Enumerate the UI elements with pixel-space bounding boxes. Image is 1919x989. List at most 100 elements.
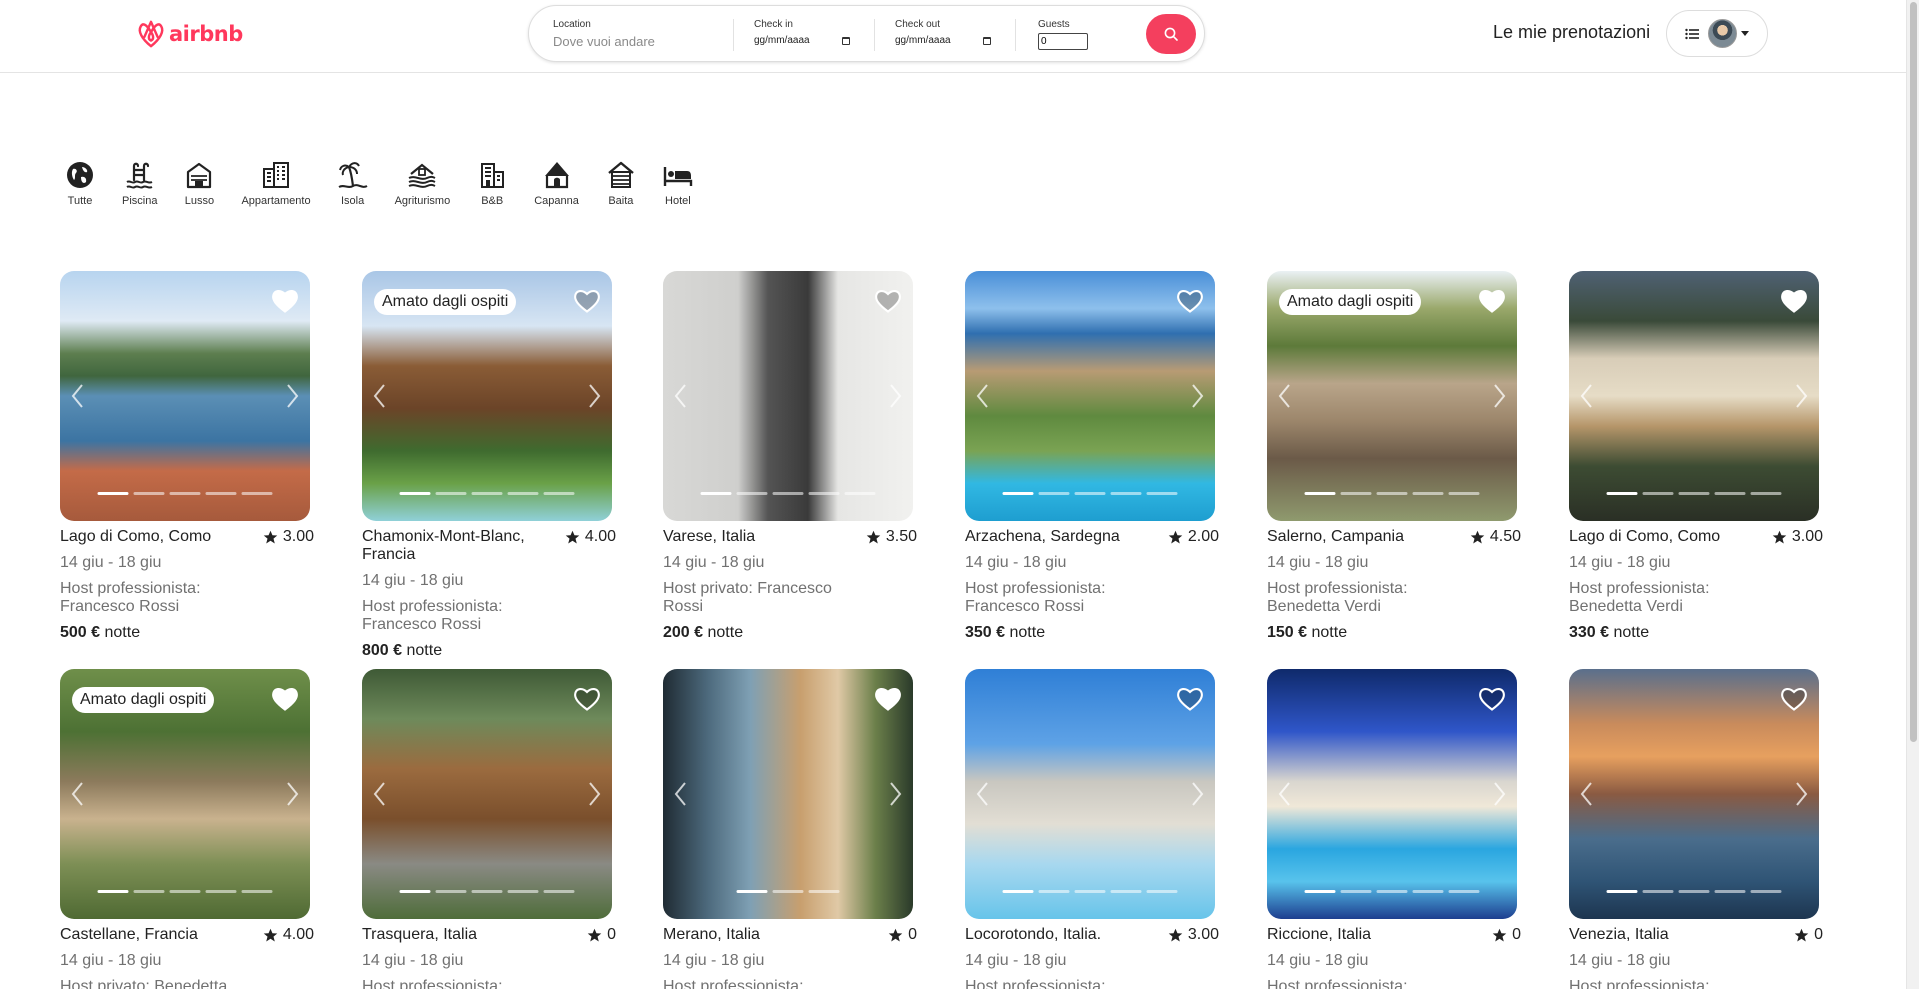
listing-photo[interactable]	[663, 669, 913, 919]
carousel-dot[interactable]	[1714, 890, 1746, 893]
category-capanna[interactable]: Capanna	[534, 160, 579, 207]
carousel-dot[interactable]	[1376, 890, 1408, 893]
chevron-left-icon[interactable]	[68, 383, 88, 409]
chevron-left-icon[interactable]	[1577, 383, 1597, 409]
heart-icon[interactable]	[271, 686, 299, 712]
heart-icon[interactable]	[1780, 686, 1808, 712]
carousel-dot[interactable]	[543, 492, 575, 495]
carousel-dot[interactable]	[97, 890, 129, 893]
listing-card[interactable]: Amato dagli ospiti Salerno, Campania 4.5…	[1267, 271, 1521, 642]
carousel-dot[interactable]	[1002, 890, 1034, 893]
carousel-dot[interactable]	[205, 492, 237, 495]
listing-card[interactable]: Trasquera, Italia 0 14 giu - 18 giu Host…	[362, 669, 616, 989]
heart-icon[interactable]	[1176, 288, 1204, 314]
heart-icon[interactable]	[874, 686, 902, 712]
calendar-icon[interactable]	[842, 36, 850, 45]
listing-photo[interactable]	[362, 669, 612, 919]
carousel-dot[interactable]	[507, 890, 539, 893]
carousel-dot[interactable]	[133, 492, 165, 495]
carousel-dot[interactable]	[1376, 492, 1408, 495]
carousel-dot[interactable]	[700, 492, 732, 495]
chevron-right-icon[interactable]	[885, 781, 905, 807]
listing-photo[interactable]	[1569, 669, 1819, 919]
checkout-date-input[interactable]: gg/mm/aaaa	[895, 35, 991, 46]
category-hotel[interactable]: Hotel	[663, 160, 693, 207]
calendar-icon[interactable]	[983, 36, 991, 45]
listing-card[interactable]: Amato dagli ospiti Chamonix-Mont-Blanc, …	[362, 271, 616, 660]
page-scrollbar[interactable]	[1906, 0, 1919, 989]
carousel-dot[interactable]	[435, 492, 467, 495]
category-isola[interactable]: Isola	[338, 160, 368, 207]
listing-photo[interactable]	[1569, 271, 1819, 521]
carousel-dot[interactable]	[1448, 890, 1480, 893]
carousel-dot[interactable]	[772, 492, 804, 495]
carousel-dot[interactable]	[471, 890, 503, 893]
chevron-left-icon[interactable]	[671, 781, 691, 807]
heart-icon[interactable]	[874, 288, 902, 314]
carousel-dot[interactable]	[1304, 890, 1336, 893]
carousel-dot[interactable]	[1412, 890, 1444, 893]
carousel-dot[interactable]	[1038, 890, 1070, 893]
location-input[interactable]	[553, 34, 713, 49]
category-lusso[interactable]: Lusso	[184, 160, 214, 207]
scrollbar-thumb[interactable]	[1910, 2, 1917, 742]
category-agriturismo[interactable]: Agriturismo	[395, 160, 450, 207]
category-appartamento[interactable]: Appartamento	[241, 160, 311, 207]
carousel-dot[interactable]	[97, 492, 129, 495]
carousel-dot[interactable]	[1304, 492, 1336, 495]
listing-photo[interactable]: Amato dagli ospiti	[362, 271, 612, 521]
carousel-dot[interactable]	[435, 890, 467, 893]
carousel-dot[interactable]	[1412, 492, 1444, 495]
listing-photo[interactable]: Amato dagli ospiti	[60, 669, 310, 919]
carousel-dot[interactable]	[1038, 492, 1070, 495]
carousel-dot[interactable]	[736, 890, 768, 893]
chevron-right-icon[interactable]	[584, 383, 604, 409]
carousel-dot[interactable]	[808, 492, 840, 495]
chevron-right-icon[interactable]	[282, 781, 302, 807]
category-baita[interactable]: Baita	[606, 160, 636, 207]
carousel-dot[interactable]	[736, 492, 768, 495]
heart-icon[interactable]	[1780, 288, 1808, 314]
guests-input[interactable]	[1038, 33, 1088, 50]
checkout-field[interactable]: Check out gg/mm/aaaa	[895, 19, 991, 46]
carousel-dot[interactable]	[1448, 492, 1480, 495]
carousel-dot[interactable]	[1642, 890, 1674, 893]
carousel-dot[interactable]	[205, 890, 237, 893]
listing-card[interactable]: Amato dagli ospiti Castellane, Francia 4…	[60, 669, 314, 989]
chevron-right-icon[interactable]	[282, 383, 302, 409]
listing-card[interactable]: Lago di Como, Como 3.00 14 giu - 18 giu …	[60, 271, 314, 642]
listing-card[interactable]: Locorotondo, Italia. 3.00 14 giu - 18 gi…	[965, 669, 1219, 989]
location-field[interactable]: Location	[553, 19, 723, 51]
heart-icon[interactable]	[573, 686, 601, 712]
carousel-dot[interactable]	[1678, 890, 1710, 893]
carousel-dot[interactable]	[241, 492, 273, 495]
listing-photo[interactable]	[1267, 669, 1517, 919]
listing-card[interactable]: Merano, Italia 0 14 giu - 18 giu Host pr…	[663, 669, 917, 989]
checkin-field[interactable]: Check in gg/mm/aaaa	[754, 19, 850, 46]
carousel-dot[interactable]	[399, 492, 431, 495]
chevron-left-icon[interactable]	[973, 781, 993, 807]
carousel-dot[interactable]	[1750, 890, 1782, 893]
carousel-dot[interactable]	[772, 890, 804, 893]
carousel-dot[interactable]	[1110, 890, 1142, 893]
search-button[interactable]	[1146, 14, 1196, 54]
category-piscina[interactable]: Piscina	[122, 160, 157, 207]
my-reservations-link[interactable]: Le mie prenotazioni	[1493, 22, 1650, 43]
carousel-dot[interactable]	[1146, 890, 1178, 893]
chevron-left-icon[interactable]	[1577, 781, 1597, 807]
user-menu-button[interactable]	[1666, 10, 1768, 57]
listing-photo[interactable]	[60, 271, 310, 521]
chevron-left-icon[interactable]	[1275, 781, 1295, 807]
carousel-dot[interactable]	[1750, 492, 1782, 495]
carousel-dot[interactable]	[1074, 492, 1106, 495]
chevron-left-icon[interactable]	[370, 781, 390, 807]
chevron-right-icon[interactable]	[1489, 383, 1509, 409]
chevron-right-icon[interactable]	[584, 781, 604, 807]
carousel-dot[interactable]	[169, 492, 201, 495]
carousel-dot[interactable]	[1678, 492, 1710, 495]
listing-card[interactable]: Varese, Italia 3.50 14 giu - 18 giu Host…	[663, 271, 917, 642]
carousel-dot[interactable]	[399, 890, 431, 893]
carousel-dot[interactable]	[1340, 890, 1372, 893]
heart-icon[interactable]	[1478, 686, 1506, 712]
chevron-left-icon[interactable]	[973, 383, 993, 409]
